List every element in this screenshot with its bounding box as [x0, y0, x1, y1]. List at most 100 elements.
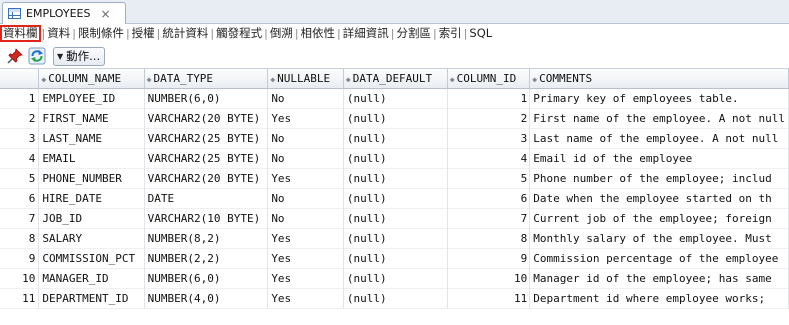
cell-comments[interactable]: Department id where employee works;: [529, 288, 789, 308]
cell-data-type[interactable]: VARCHAR2(20 BYTE): [144, 168, 269, 188]
cell-comments[interactable]: Email id of the employee: [529, 148, 789, 168]
cell-data-default[interactable]: (null): [343, 88, 448, 108]
cell-column-id[interactable]: 8: [447, 228, 531, 248]
table-row[interactable]: 3 LAST_NAME VARCHAR2(25 BYTE) No (null) 3 Last…: [0, 128, 789, 148]
cell-column-id[interactable]: 3: [447, 128, 531, 148]
subtab-2[interactable]: 限制條件: [77, 25, 125, 42]
subtab-10[interactable]: 索引: [438, 25, 463, 42]
cell-column-name[interactable]: SALARY: [38, 228, 145, 248]
cell-nullable[interactable]: Yes: [267, 248, 344, 268]
cell-column-name[interactable]: HIRE_DATE: [38, 188, 145, 208]
row-number[interactable]: 4: [0, 148, 40, 168]
cell-comments[interactable]: Primary key of employees table.: [529, 88, 789, 108]
cell-column-name[interactable]: COMMISSION_PCT: [38, 248, 145, 268]
table-row[interactable]: 9 COMMISSION_PCT NUMBER(2,2) Yes (null) 9 Comm…: [0, 248, 789, 268]
row-number[interactable]: 11: [0, 288, 40, 308]
cell-data-default[interactable]: (null): [343, 188, 448, 208]
cell-comments[interactable]: Last name of the employee. A not null: [529, 128, 789, 148]
row-number[interactable]: 8: [0, 228, 40, 248]
row-number[interactable]: 9: [0, 248, 40, 268]
cell-comments[interactable]: Commission percentage of the employee: [529, 248, 789, 268]
column-header-data-type[interactable]: ◆ DATA_TYPE: [144, 69, 269, 89]
cell-column-name[interactable]: PHONE_NUMBER: [38, 168, 145, 188]
cell-data-default[interactable]: (null): [343, 208, 448, 228]
row-number[interactable]: 2: [0, 108, 40, 128]
cell-column-id[interactable]: 2: [447, 108, 531, 128]
cell-nullable[interactable]: Yes: [267, 228, 344, 248]
cell-column-id[interactable]: 7: [447, 208, 531, 228]
column-header-column-id[interactable]: ◆ COLUMN_ID: [447, 69, 531, 89]
cell-data-default[interactable]: (null): [343, 168, 448, 188]
sort-icon[interactable]: ◆: [270, 75, 275, 84]
cell-nullable[interactable]: No: [267, 88, 344, 108]
cell-column-id[interactable]: 11: [447, 288, 531, 308]
cell-column-id[interactable]: 10: [447, 268, 531, 288]
editor-tab-employees[interactable]: EMPLOYEES ×: [2, 2, 126, 24]
cell-data-type[interactable]: VARCHAR2(25 BYTE): [144, 128, 269, 148]
column-header-nullable[interactable]: ◆ NULLABLE: [267, 69, 344, 89]
cell-data-type[interactable]: NUMBER(2,2): [144, 248, 269, 268]
cell-column-name[interactable]: JOB_ID: [38, 208, 145, 228]
sort-icon[interactable]: ◆: [532, 75, 537, 84]
sort-icon[interactable]: ◆: [41, 75, 46, 84]
table-row[interactable]: 4 EMAIL VARCHAR2(25 BYTE) No (null) 4 Email id…: [0, 148, 789, 168]
cell-column-id[interactable]: 5: [447, 168, 531, 188]
cell-data-default[interactable]: (null): [343, 248, 448, 268]
table-row[interactable]: 11 DEPARTMENT_ID NUMBER(4,0) Yes (null) 11 Dep…: [0, 288, 789, 308]
cell-column-name[interactable]: EMAIL: [38, 148, 145, 168]
cell-data-type[interactable]: DATE: [144, 188, 269, 208]
refresh-icon[interactable]: [28, 47, 46, 65]
cell-column-name[interactable]: DEPARTMENT_ID: [38, 288, 145, 308]
cell-column-id[interactable]: 6: [447, 188, 531, 208]
cell-data-default[interactable]: (null): [343, 108, 448, 128]
cell-comments[interactable]: Manager id of the employee; has same: [529, 268, 789, 288]
cell-column-id[interactable]: 4: [447, 148, 531, 168]
subtab-6[interactable]: 倒溯: [269, 25, 294, 42]
sort-icon[interactable]: ◆: [450, 75, 455, 84]
subtab-0[interactable]: 資料欄: [0, 25, 41, 42]
cell-column-id[interactable]: 9: [447, 248, 531, 268]
subtab-4[interactable]: 統計資料: [161, 25, 209, 42]
cell-data-type[interactable]: VARCHAR2(20 BYTE): [144, 108, 269, 128]
cell-comments[interactable]: Date when the employee started on th: [529, 188, 789, 208]
cell-data-type[interactable]: VARCHAR2(25 BYTE): [144, 148, 269, 168]
cell-column-name[interactable]: MANAGER_ID: [38, 268, 145, 288]
cell-nullable[interactable]: No: [267, 128, 344, 148]
table-row[interactable]: 10 MANAGER_ID NUMBER(6,0) Yes (null) 10 Manage…: [0, 268, 789, 288]
row-number[interactable]: 10: [0, 268, 40, 288]
cell-column-name[interactable]: FIRST_NAME: [38, 108, 145, 128]
subtab-5[interactable]: 觸發程式: [215, 25, 263, 42]
subtab-8[interactable]: 詳細資訊: [342, 25, 390, 42]
cell-comments[interactable]: Phone number of the employee; includ: [529, 168, 789, 188]
cell-data-type[interactable]: NUMBER(6,0): [144, 88, 269, 108]
table-row[interactable]: 5 PHONE_NUMBER VARCHAR2(20 BYTE) Yes (null) 5…: [0, 168, 789, 188]
cell-comments[interactable]: Current job of the employee; foreign: [529, 208, 789, 228]
cell-nullable[interactable]: No: [267, 188, 344, 208]
column-header-column-name[interactable]: ◆ COLUMN_NAME: [38, 69, 145, 89]
cell-nullable[interactable]: Yes: [267, 288, 344, 308]
pin-icon[interactable]: [6, 47, 24, 65]
column-header-comments[interactable]: ◆ COMMENTS: [529, 69, 789, 89]
table-row[interactable]: 7 JOB_ID VARCHAR2(10 BYTE) No (null) 7 Current…: [0, 208, 789, 228]
cell-data-type[interactable]: VARCHAR2(10 BYTE): [144, 208, 269, 228]
subtab-9[interactable]: 分割區: [395, 25, 432, 42]
cell-nullable[interactable]: No: [267, 148, 344, 168]
cell-column-name[interactable]: LAST_NAME: [38, 128, 145, 148]
sort-icon[interactable]: ◆: [346, 75, 351, 84]
cell-column-name[interactable]: EMPLOYEE_ID: [38, 88, 145, 108]
table-row[interactable]: 2 FIRST_NAME VARCHAR2(20 BYTE) Yes (null) 2 Fi…: [0, 108, 789, 128]
cell-column-id[interactable]: 1: [447, 88, 531, 108]
cell-comments[interactable]: Monthly salary of the employee. Must: [529, 228, 789, 248]
subtab-3[interactable]: 授權: [131, 25, 156, 42]
sort-icon[interactable]: ◆: [147, 75, 152, 84]
cell-nullable[interactable]: No: [267, 208, 344, 228]
cell-data-default[interactable]: (null): [343, 148, 448, 168]
row-number[interactable]: 7: [0, 208, 40, 228]
cell-nullable[interactable]: Yes: [267, 268, 344, 288]
cell-data-default[interactable]: (null): [343, 128, 448, 148]
subtab-7[interactable]: 相依性: [300, 25, 337, 42]
column-header-data-default[interactable]: ◆ DATA_DEFAULT: [343, 69, 448, 89]
close-icon[interactable]: ×: [100, 8, 110, 20]
row-number[interactable]: 6: [0, 188, 40, 208]
columns-grid[interactable]: ◆ COLUMN_NAME ◆ DATA_TYPE ◆ NULLABLE ◆ DATA_DEF…: [0, 68, 789, 325]
